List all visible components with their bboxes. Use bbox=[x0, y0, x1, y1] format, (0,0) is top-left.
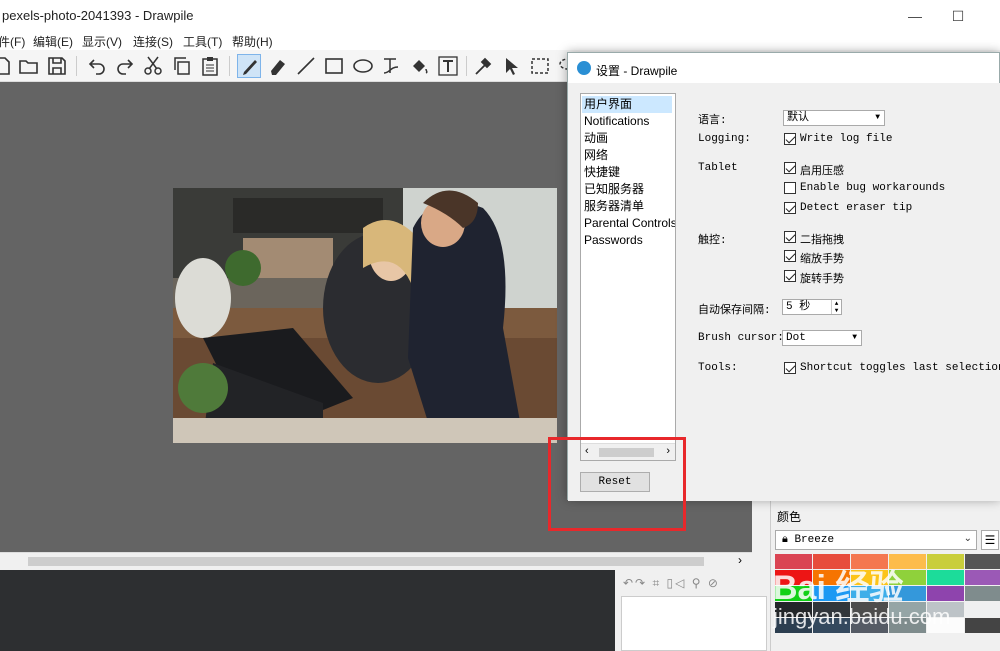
copy-icon[interactable] bbox=[170, 54, 194, 78]
redo-icon[interactable] bbox=[113, 54, 137, 78]
category-server-list[interactable]: 服务器清单 bbox=[584, 198, 644, 215]
save-icon[interactable] bbox=[45, 54, 69, 78]
category-notifications[interactable]: Notifications bbox=[584, 113, 649, 130]
pressure-text: 启用压感 bbox=[800, 166, 844, 178]
menu-file[interactable]: 件(F) bbox=[0, 33, 25, 50]
drawpile-logo-icon bbox=[577, 61, 591, 75]
picker-icon[interactable] bbox=[471, 54, 495, 78]
highlight-box bbox=[548, 437, 686, 531]
menu-tools[interactable]: 工具(T) bbox=[183, 33, 222, 50]
two-finger-drag-checkbox[interactable] bbox=[784, 231, 796, 243]
ellipse-icon[interactable] bbox=[351, 54, 375, 78]
dropdown-arrow-icon: ▼ bbox=[852, 333, 857, 342]
layer-actions-icons[interactable]: ↶↷ ⌗ ▯◁ ⚲ ⊘ bbox=[623, 576, 720, 591]
category-animation[interactable]: 动画 bbox=[584, 130, 608, 147]
brush-cursor-label: Brush cursor: bbox=[698, 332, 784, 344]
brush-cursor-select[interactable]: Dot ▼ bbox=[782, 330, 862, 346]
minimize-icon[interactable]: — bbox=[905, 6, 925, 26]
category-parental-controls[interactable]: Parental Controls bbox=[584, 215, 675, 232]
palette-name: Breeze bbox=[794, 534, 835, 546]
language-label: 语言: bbox=[698, 115, 727, 127]
watermark-url: jingyan.baidu.com bbox=[773, 604, 951, 629]
scroll-right-icon[interactable]: › bbox=[738, 553, 742, 567]
menu-help[interactable]: 帮助(H) bbox=[232, 33, 273, 50]
category-list[interactable]: 用户界面 Notifications 动画 网络 快捷键 已知服务器 服务器清单… bbox=[580, 93, 676, 461]
open-icon[interactable] bbox=[17, 54, 41, 78]
new-icon[interactable] bbox=[0, 54, 14, 78]
brush-cursor-value: Dot bbox=[786, 332, 806, 344]
category-known-servers[interactable]: 已知服务器 bbox=[584, 181, 644, 198]
eraser-icon[interactable] bbox=[266, 54, 290, 78]
canvas-hscrollbar[interactable]: › bbox=[0, 552, 752, 569]
select-icon[interactable] bbox=[528, 54, 552, 78]
fill-icon[interactable] bbox=[407, 54, 431, 78]
settings-dialog: 设置 - Drawpile 用户界面 Notifications 动画 网络 快… bbox=[567, 52, 1000, 501]
text-icon[interactable] bbox=[436, 54, 460, 78]
paste-icon[interactable] bbox=[198, 54, 222, 78]
cut-icon[interactable] bbox=[141, 54, 165, 78]
shortcut-toggle-checkbox[interactable] bbox=[784, 362, 796, 374]
dialog-titlebar: 设置 - Drawpile bbox=[568, 53, 999, 83]
touch-label: 触控: bbox=[698, 235, 727, 247]
category-shortcuts[interactable]: 快捷键 bbox=[584, 164, 620, 181]
eraser-tip-checkbox[interactable] bbox=[784, 202, 796, 214]
rect-icon[interactable] bbox=[322, 54, 346, 78]
language-select[interactable]: 默认 ▼ bbox=[783, 110, 885, 126]
rotate-gesture-checkbox[interactable] bbox=[784, 270, 796, 282]
scroll-thumb[interactable] bbox=[28, 557, 704, 566]
category-ui[interactable]: 用户界面 bbox=[582, 96, 672, 113]
tools-label: Tools: bbox=[698, 362, 738, 374]
line-icon[interactable] bbox=[294, 54, 318, 78]
timeline-panel bbox=[0, 570, 615, 651]
layer-list[interactable] bbox=[621, 596, 767, 651]
write-log-checkbox[interactable] bbox=[784, 133, 796, 145]
move-icon[interactable] bbox=[499, 54, 523, 78]
category-network[interactable]: 网络 bbox=[584, 147, 608, 164]
spin-arrows-icon[interactable]: ▲ ▼ bbox=[831, 300, 841, 314]
palette-menu-icon[interactable]: ☰ bbox=[981, 530, 999, 550]
window-title: pexels-photo-2041393 - Drawpile bbox=[2, 8, 194, 23]
write-log-text: Write log file bbox=[800, 133, 893, 145]
pinch-zoom-text: 缩放手势 bbox=[800, 254, 844, 266]
watermark-logo: Bai 经验 bbox=[773, 569, 904, 607]
menu-edit[interactable]: 编辑(E) bbox=[33, 33, 73, 50]
eraser-tip-text: Detect eraser tip bbox=[800, 202, 913, 214]
category-passwords[interactable]: Passwords bbox=[584, 232, 643, 249]
menu-bar: 件(F) 编辑(E) 显示(V) 连接(S) 工具(T) 帮助(H) bbox=[0, 30, 1000, 50]
autosave-label: 自动保存间隔: bbox=[698, 305, 771, 317]
pressure-checkbox[interactable] bbox=[784, 162, 796, 174]
undo-icon[interactable] bbox=[85, 54, 109, 78]
dropdown-arrow-icon: ▼ bbox=[875, 113, 880, 122]
brush-icon[interactable] bbox=[237, 54, 261, 78]
autosave-spinbox[interactable]: 5 秒 ▲ ▼ bbox=[782, 299, 842, 315]
maximize-icon[interactable]: ☐ bbox=[948, 6, 968, 26]
chevron-down-icon: ⌄ bbox=[963, 534, 972, 545]
logging-label: Logging: bbox=[698, 133, 751, 145]
canvas-photo bbox=[173, 188, 557, 443]
lock-icon: 🔒︎ bbox=[782, 534, 795, 546]
menu-view[interactable]: 显示(V) bbox=[82, 33, 122, 50]
bug-workarounds-checkbox[interactable] bbox=[784, 182, 796, 194]
rotate-gesture-text: 旋转手势 bbox=[800, 274, 844, 286]
baidu-watermark: Bai 经验 jingyan.baidu.com bbox=[773, 560, 1000, 630]
autosave-value: 5 秒 bbox=[786, 301, 811, 313]
bug-workarounds-text: Enable bug workarounds bbox=[800, 182, 946, 194]
shortcut-toggle-text: Shortcut toggles last selection bbox=[800, 362, 1000, 374]
two-finger-drag-text: 二指拖拽 bbox=[800, 235, 844, 247]
window-titlebar: pexels-photo-2041393 - Drawpile — ☐ bbox=[0, 0, 1000, 30]
tablet-label: Tablet bbox=[698, 162, 738, 174]
bezier-icon[interactable] bbox=[379, 54, 403, 78]
palette-select[interactable]: 🔒︎ Breeze ⌄ bbox=[775, 530, 977, 550]
color-panel-header: 颜色 bbox=[777, 510, 802, 524]
language-value: 默认 bbox=[787, 112, 809, 124]
dialog-title: 设置 - Drawpile bbox=[596, 64, 678, 78]
layers-panel: ↶↷ ⌗ ▯◁ ⚲ ⊘ bbox=[615, 570, 770, 651]
menu-session[interactable]: 连接(S) bbox=[133, 33, 173, 50]
pinch-zoom-checkbox[interactable] bbox=[784, 250, 796, 262]
